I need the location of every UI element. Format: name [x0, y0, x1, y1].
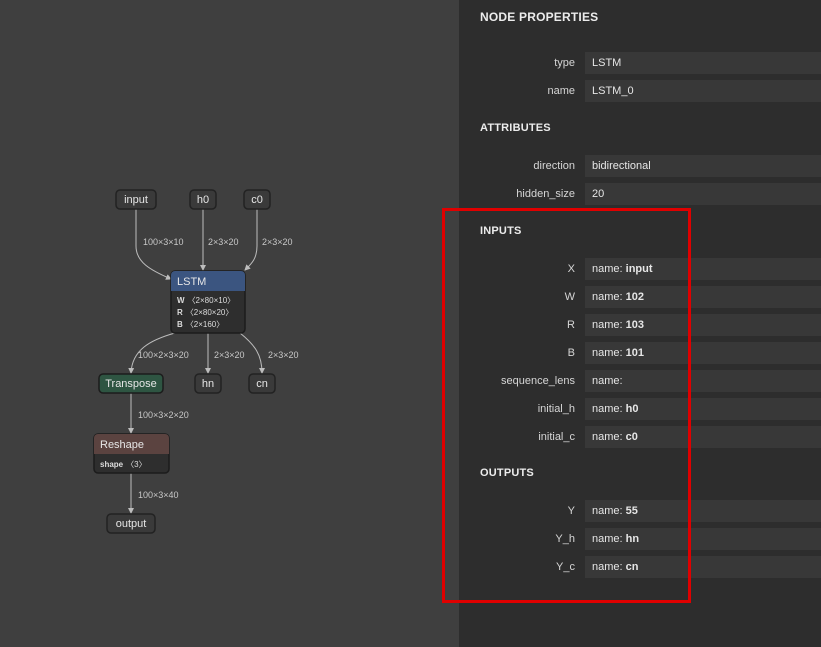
attr-label-direction: direction — [533, 160, 575, 172]
input-value-initial-c[interactable]: name: c0 — [585, 426, 821, 448]
node-cn-label: cn — [256, 378, 268, 390]
input-value-sequence-lens[interactable]: name: — [585, 370, 821, 392]
edge-label-c0-lstm: 2×3×20 — [262, 237, 293, 247]
node-h0[interactable]: h0 — [189, 189, 217, 210]
output-value-y-c[interactable]: name: cn — [585, 556, 821, 578]
output-value-y[interactable]: name: 55 — [585, 500, 821, 522]
node-hn-label: hn — [202, 378, 214, 390]
prop-label-name: name — [547, 85, 575, 97]
input-label-sequence-lens: sequence_lens — [500, 375, 575, 387]
input-label-r: R — [567, 319, 575, 331]
edge-label-h0-lstm: 2×3×20 — [208, 237, 239, 247]
edge-label-lstm-hn: 2×3×20 — [214, 350, 245, 360]
edge-label-reshape-output: 100×3×40 — [138, 490, 179, 500]
node-c0[interactable]: c0 — [243, 189, 271, 210]
node-output[interactable]: output — [106, 513, 156, 534]
node-lstm-label: LSTM — [177, 276, 206, 288]
node-c0-label: c0 — [251, 194, 263, 206]
edge-label-input-lstm: 100×3×10 — [143, 237, 184, 247]
input-value-r[interactable]: name: 103 — [585, 314, 821, 336]
prop-label-type: type — [554, 57, 575, 69]
lstm-attr-r: R 〈2×80×20〉 — [177, 308, 233, 317]
node-transpose-label: Transpose — [105, 378, 157, 390]
node-hn[interactable]: hn — [194, 373, 222, 394]
node-h0-label: h0 — [197, 194, 209, 206]
input-label-b: B — [567, 347, 575, 359]
attr-label-hidden-size: hidden_size — [516, 188, 575, 200]
panel-title: NODE PROPERTIES — [480, 10, 599, 24]
input-label-w: W — [564, 291, 575, 303]
edge-c0-lstm — [244, 209, 258, 271]
input-label-initial-c: initial_c — [538, 431, 575, 443]
input-value-w[interactable]: name: 102 — [585, 286, 821, 308]
graph-canvas[interactable]: 100×3×10 2×3×20 2×3×20 100×2×3×20 2×3×20… — [0, 0, 459, 647]
node-reshape[interactable]: Reshape shape 〈3〉 — [93, 433, 170, 474]
prop-value-type[interactable]: LSTM — [585, 52, 821, 74]
output-label-y: Y — [567, 505, 575, 517]
node-properties-panel: NODE PROPERTIES type LSTM name LSTM_0 AT… — [459, 0, 821, 647]
prop-value-name[interactable]: LSTM_0 — [585, 80, 821, 102]
node-cn[interactable]: cn — [248, 373, 276, 394]
input-label-x: X — [567, 263, 575, 275]
edge-label-lstm-transpose: 100×2×3×20 — [138, 350, 189, 360]
attributes-title: ATTRIBUTES — [480, 122, 551, 134]
input-value-x[interactable]: name: input — [585, 258, 821, 280]
node-input[interactable]: input — [115, 189, 157, 210]
output-label-y-h: Y_h — [555, 533, 575, 545]
edge-label-transpose-reshape: 100×3×2×20 — [138, 410, 189, 420]
output-label-y-c: Y_c — [556, 561, 575, 573]
node-output-label: output — [116, 518, 147, 530]
node-input-label: input — [124, 194, 148, 206]
input-label-initial-h: initial_h — [537, 403, 575, 415]
output-value-y-h[interactable]: name: hn — [585, 528, 821, 550]
edge-label-lstm-cn: 2×3×20 — [268, 350, 299, 360]
attr-value-direction[interactable]: bidirectional — [585, 155, 821, 177]
inputs-title: INPUTS — [480, 225, 522, 237]
outputs-title: OUTPUTS — [480, 467, 534, 479]
attr-value-hidden-size[interactable]: 20 — [585, 183, 821, 205]
input-value-b[interactable]: name: 101 — [585, 342, 821, 364]
node-transpose[interactable]: Transpose — [98, 373, 164, 394]
input-value-initial-h[interactable]: name: h0 — [585, 398, 821, 420]
node-reshape-label: Reshape — [100, 439, 144, 451]
node-lstm[interactable]: LSTM W 〈2×80×10〉 R 〈2×80×20〉 B 〈2×160〉 — [170, 270, 246, 334]
graph-svg: 100×3×10 2×3×20 2×3×20 100×2×3×20 2×3×20… — [93, 189, 299, 534]
